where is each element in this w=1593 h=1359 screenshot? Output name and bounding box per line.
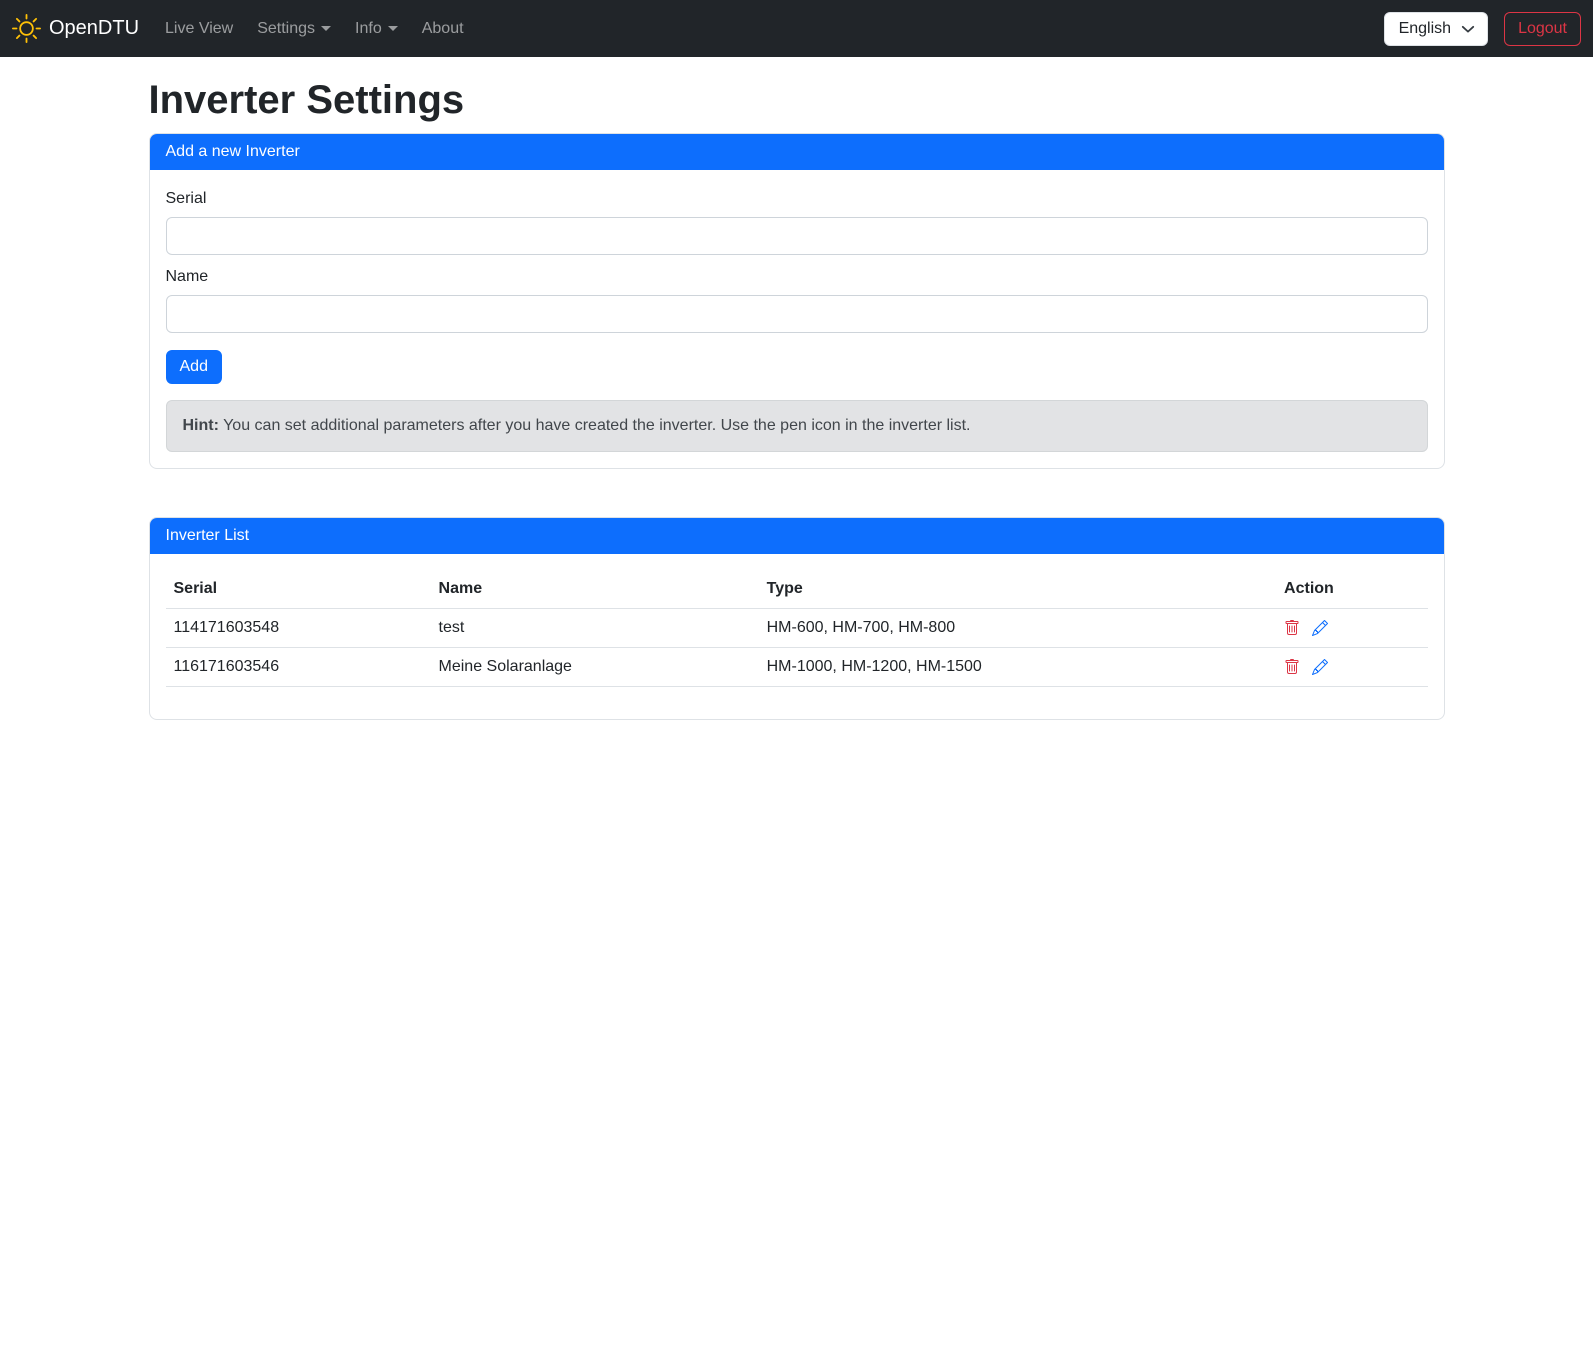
delete-inverter-icon[interactable] [1284, 620, 1300, 636]
nav-item-info[interactable]: Info [347, 12, 406, 46]
inverter-table: Serial Name Type Action 114171603548 tes… [166, 570, 1428, 687]
navbar-right: English Logout [1384, 12, 1581, 46]
name-input[interactable] [166, 295, 1428, 333]
nav-item-settings[interactable]: Settings [249, 12, 339, 46]
cell-type: HM-1000, HM-1200, HM-1500 [759, 648, 1276, 687]
hint-alert: Hint: You can set additional parameters … [166, 400, 1428, 452]
language-select[interactable]: English [1384, 12, 1488, 46]
serial-input[interactable] [166, 217, 1428, 255]
navbar-left: OpenDTU Live View Settings Info About [12, 12, 480, 46]
nav-item-about[interactable]: About [414, 12, 472, 46]
cell-type: HM-600, HM-700, HM-800 [759, 609, 1276, 648]
row-actions [1284, 659, 1419, 675]
table-row: 116171603546 Meine Solaranlage HM-1000, … [166, 648, 1428, 687]
serial-label: Serial [166, 190, 1428, 208]
language-select-value: English [1399, 20, 1451, 37]
nav-links: Live View Settings Info About [157, 12, 480, 46]
sun-icon [12, 14, 41, 43]
page-title: Inverter Settings [149, 78, 1445, 123]
add-inverter-card-header: Add a new Inverter [150, 134, 1444, 170]
hint-text: You can set additional parameters after … [219, 417, 971, 434]
cell-name: Meine Solaranlage [431, 648, 759, 687]
delete-inverter-icon[interactable] [1284, 659, 1300, 675]
main-container: Inverter Settings Add a new Inverter Ser… [137, 78, 1457, 720]
chevron-down-icon [388, 26, 398, 31]
navbar: OpenDTU Live View Settings Info About En… [0, 0, 1593, 57]
cell-name: test [431, 609, 759, 648]
cell-serial: 116171603546 [166, 648, 431, 687]
inverter-list-card-header: Inverter List [150, 518, 1444, 554]
edit-inverter-icon[interactable] [1312, 659, 1328, 675]
table-row: 114171603548 test HM-600, HM-700, HM-800 [166, 609, 1428, 648]
column-header-action: Action [1276, 570, 1427, 609]
column-header-name: Name [431, 570, 759, 609]
chevron-down-icon [1461, 22, 1475, 36]
cell-serial: 114171603548 [166, 609, 431, 648]
add-button[interactable]: Add [166, 350, 222, 384]
inverter-list-card: Inverter List Serial Name Type Action 11… [149, 517, 1445, 720]
edit-inverter-icon[interactable] [1312, 620, 1328, 636]
add-inverter-card: Add a new Inverter Serial Name Add Hint:… [149, 133, 1445, 469]
inverter-list-card-body: Serial Name Type Action 114171603548 tes… [150, 554, 1444, 719]
nav-item-live-view[interactable]: Live View [157, 12, 241, 46]
logout-button[interactable]: Logout [1504, 12, 1581, 46]
column-header-type: Type [759, 570, 1276, 609]
chevron-down-icon [321, 26, 331, 31]
brand-link[interactable]: OpenDTU [12, 14, 139, 43]
brand-label: OpenDTU [49, 17, 139, 40]
hint-label: Hint: [183, 417, 219, 434]
name-label: Name [166, 268, 1428, 286]
row-actions [1284, 620, 1419, 636]
table-header-row: Serial Name Type Action [166, 570, 1428, 609]
column-header-serial: Serial [166, 570, 431, 609]
add-inverter-card-body: Serial Name Add Hint: You can set additi… [150, 170, 1444, 468]
